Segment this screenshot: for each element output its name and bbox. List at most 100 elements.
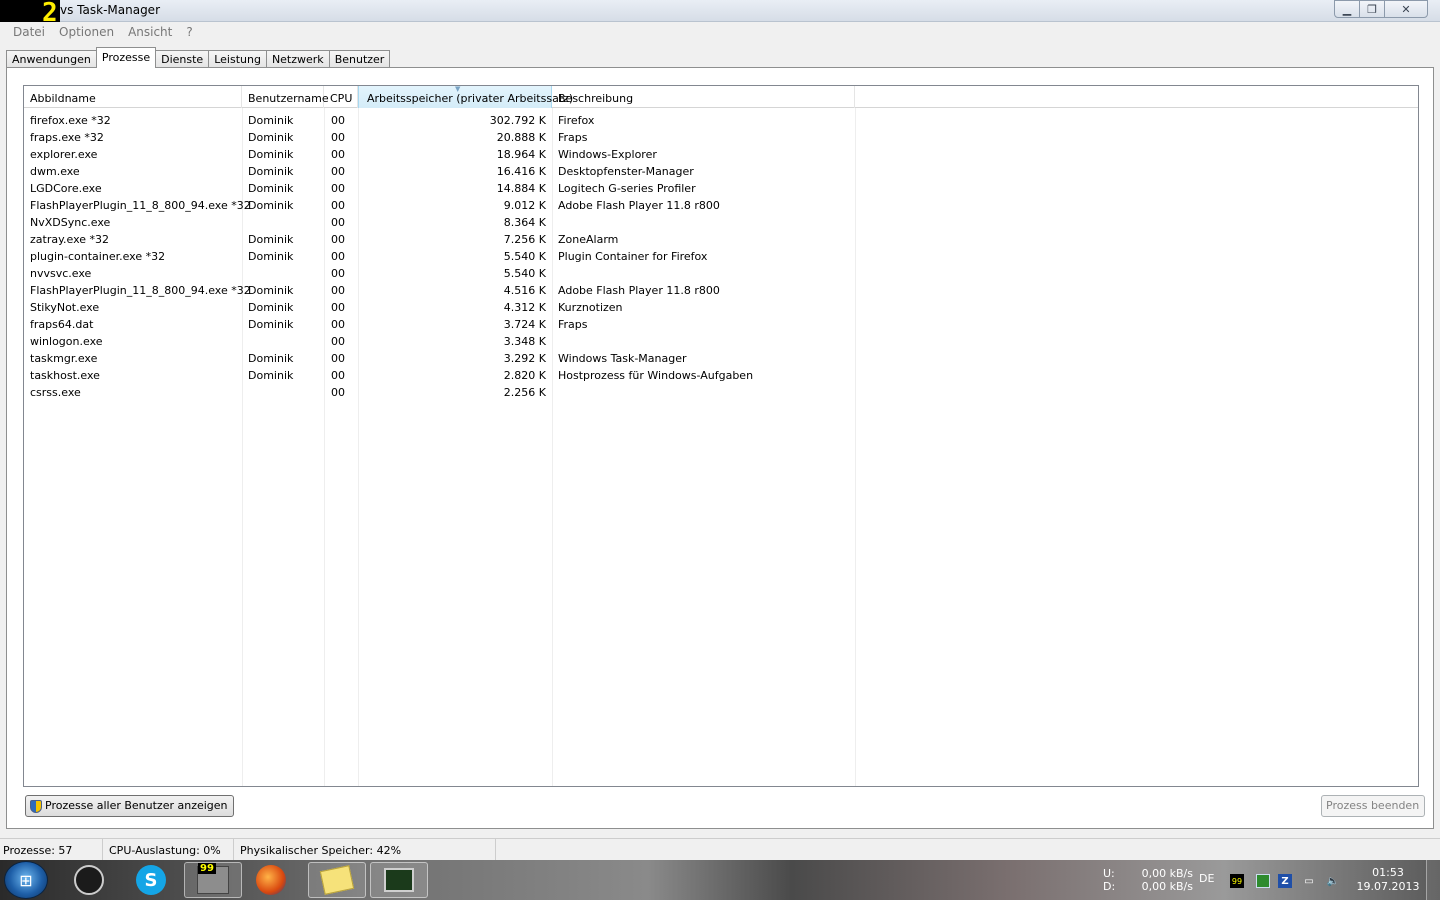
menu-view[interactable]: Ansicht xyxy=(121,22,179,42)
process-description: Adobe Flash Player 11.8 r800 xyxy=(558,199,720,212)
table-row[interactable]: zatray.exe *32 Dominik 00 7.256 K ZoneAlarm xyxy=(24,231,1418,248)
status-physical-memory: Physikalischer Speicher: 42% xyxy=(234,839,496,861)
process-user: Dominik xyxy=(248,182,294,195)
menu-help[interactable]: ? xyxy=(179,22,199,42)
process-description: Kurznotizen xyxy=(558,301,623,314)
table-row[interactable]: firefox.exe *32 Dominik 00 302.792 K Firefox xyxy=(24,112,1418,129)
show-all-users-button[interactable]: Prozesse aller Benutzer anzeigen xyxy=(25,795,234,817)
taskbar-sticky-notes[interactable] xyxy=(308,862,366,898)
process-name: FlashPlayerPlugin_11_8_800_94.exe *32 xyxy=(30,199,251,212)
taskbar-firefox[interactable] xyxy=(242,862,300,898)
process-cpu: 00 xyxy=(331,267,345,280)
table-row[interactable]: NvXDSync.exe 00 8.364 K xyxy=(24,214,1418,231)
tab-users[interactable]: Benutzer xyxy=(328,50,391,68)
process-user: Dominik xyxy=(248,199,294,212)
process-memory: 3.292 K xyxy=(503,352,546,365)
process-memory: 20.888 K xyxy=(496,131,546,144)
column-header-image-name[interactable]: Abbildname xyxy=(24,86,242,108)
show-desktop-button[interactable] xyxy=(1426,860,1440,900)
sticky-notes-icon xyxy=(319,865,355,895)
process-cpu: 00 xyxy=(331,233,345,246)
process-user: Dominik xyxy=(248,369,294,382)
start-button[interactable]: ⊞ xyxy=(4,861,48,899)
tab-performance[interactable]: Leistung xyxy=(208,50,267,68)
table-row[interactable]: csrss.exe 00 2.256 K xyxy=(24,384,1418,401)
process-name: taskmgr.exe xyxy=(30,352,98,365)
process-name: NvXDSync.exe xyxy=(30,216,111,229)
table-row[interactable]: LGDCore.exe Dominik 00 14.884 K Logitech G-s… xyxy=(24,180,1418,197)
table-row[interactable]: fraps.exe *32 Dominik 00 20.888 K Fraps xyxy=(24,129,1418,146)
language-indicator[interactable]: DE xyxy=(1199,872,1214,900)
table-row[interactable]: FlashPlayerPlugin_11_8_800_94.exe *32 Dom… xyxy=(24,282,1418,299)
uac-shield-icon xyxy=(30,800,42,813)
process-memory: 3.348 K xyxy=(503,335,546,348)
table-row[interactable]: FlashPlayerPlugin_11_8_800_94.exe *32 Dom… xyxy=(24,197,1418,214)
process-user: Dominik xyxy=(248,301,294,314)
taskbar-task-manager[interactable] xyxy=(370,862,428,898)
tray-fraps-icon[interactable]: 99 xyxy=(1230,874,1244,888)
taskbar-fraps[interactable]: 99 xyxy=(184,862,242,898)
column-header-user-name[interactable]: Benutzername xyxy=(242,86,329,108)
table-row[interactable]: winlogon.exe 00 3.348 K xyxy=(24,333,1418,350)
process-rows: firefox.exe *32 Dominik 00 302.792 K Firefox… xyxy=(24,112,1418,401)
clock[interactable]: 01:53 19.07.2013 xyxy=(1355,860,1421,900)
volume-icon[interactable]: 🔈 xyxy=(1326,874,1340,888)
close-button[interactable]: ✕ xyxy=(1384,0,1428,18)
process-cpu: 00 xyxy=(331,369,345,382)
process-memory: 5.540 K xyxy=(503,267,546,280)
process-user: Dominik xyxy=(248,284,294,297)
process-name: LGDCore.exe xyxy=(30,182,102,195)
maximize-button[interactable]: ❐ xyxy=(1359,0,1385,18)
process-cpu: 00 xyxy=(331,301,345,314)
menu-bar: Datei Optionen Ansicht ? xyxy=(0,22,1440,42)
process-memory: 8.364 K xyxy=(503,216,546,229)
process-list[interactable]: Abbildname Benutzername CPU ▼ Arbeitsspe… xyxy=(23,85,1419,787)
tray-zonealarm-icon[interactable]: Z xyxy=(1278,874,1292,888)
task-manager-icon xyxy=(384,868,414,892)
process-cpu: 00 xyxy=(331,386,345,399)
table-row[interactable]: dwm.exe Dominik 00 16.416 K Desktopfenster-M… xyxy=(24,163,1418,180)
network-icon[interactable]: ▭ xyxy=(1302,874,1316,888)
steam-icon xyxy=(74,865,104,895)
table-row[interactable]: explorer.exe Dominik 00 18.964 K Windows-Exp… xyxy=(24,146,1418,163)
table-row[interactable]: taskmgr.exe Dominik 00 3.292 K Windows Task-… xyxy=(24,350,1418,367)
process-cpu: 00 xyxy=(331,335,345,348)
network-meter: U: 0,00 kB/s D: 0,00 kB/s xyxy=(1103,860,1193,900)
tray-green-icon[interactable] xyxy=(1256,874,1270,888)
end-process-button[interactable]: Prozess beenden xyxy=(1321,795,1426,817)
skype-icon: S xyxy=(136,865,166,895)
menu-options[interactable]: Optionen xyxy=(52,22,121,42)
process-user: Dominik xyxy=(248,250,294,263)
menu-file[interactable]: Datei xyxy=(6,22,52,42)
process-user: Dominik xyxy=(248,233,294,246)
process-name: nvvsvc.exe xyxy=(30,267,92,280)
tab-bar: Anwendungen Prozesse Dienste Leistung Ne… xyxy=(6,47,391,68)
tab-services[interactable]: Dienste xyxy=(155,50,210,68)
status-bar: Prozesse: 57 CPU-Auslastung: 0% Physikal… xyxy=(0,838,1440,861)
table-row[interactable]: plugin-container.exe *32 Dominik 00 5.540 K… xyxy=(24,248,1418,265)
column-header-memory[interactable]: ▼ Arbeitsspeicher (privater Arbeitssatz) xyxy=(358,85,573,108)
taskbar-steam[interactable] xyxy=(60,862,118,898)
table-row[interactable]: fraps64.dat Dominik 00 3.724 K Fraps xyxy=(24,316,1418,333)
table-row[interactable]: taskhost.exe Dominik 00 2.820 K Hostprozess … xyxy=(24,367,1418,384)
table-row[interactable]: nvvsvc.exe 00 5.540 K xyxy=(24,265,1418,282)
minimize-button[interactable]: ▁ xyxy=(1334,0,1360,18)
processes-panel: Abbildname Benutzername CPU ▼ Arbeitsspe… xyxy=(6,67,1434,829)
title-bar[interactable]: vs Task-Manager ▁ ❐ ✕ xyxy=(0,0,1440,22)
column-header-description[interactable]: Beschreibung xyxy=(552,86,855,108)
firefox-icon xyxy=(256,865,286,895)
net-down-label: D: xyxy=(1103,880,1116,893)
tab-network[interactable]: Netzwerk xyxy=(265,50,330,68)
tab-processes[interactable]: Prozesse xyxy=(95,47,157,68)
taskbar-skype[interactable]: S xyxy=(122,862,180,898)
tab-applications[interactable]: Anwendungen xyxy=(6,50,97,68)
table-row[interactable]: StikyNot.exe Dominik 00 4.312 K Kurznotizen xyxy=(24,299,1418,316)
process-cpu: 00 xyxy=(331,148,345,161)
process-cpu: 00 xyxy=(331,199,345,212)
sort-descending-icon: ▼ xyxy=(455,85,461,93)
process-memory: 16.416 K xyxy=(496,165,546,178)
column-header-cpu[interactable]: CPU xyxy=(324,86,358,108)
process-name: fraps.exe *32 xyxy=(30,131,104,144)
process-user: Dominik xyxy=(248,131,294,144)
process-name: winlogon.exe xyxy=(30,335,103,348)
